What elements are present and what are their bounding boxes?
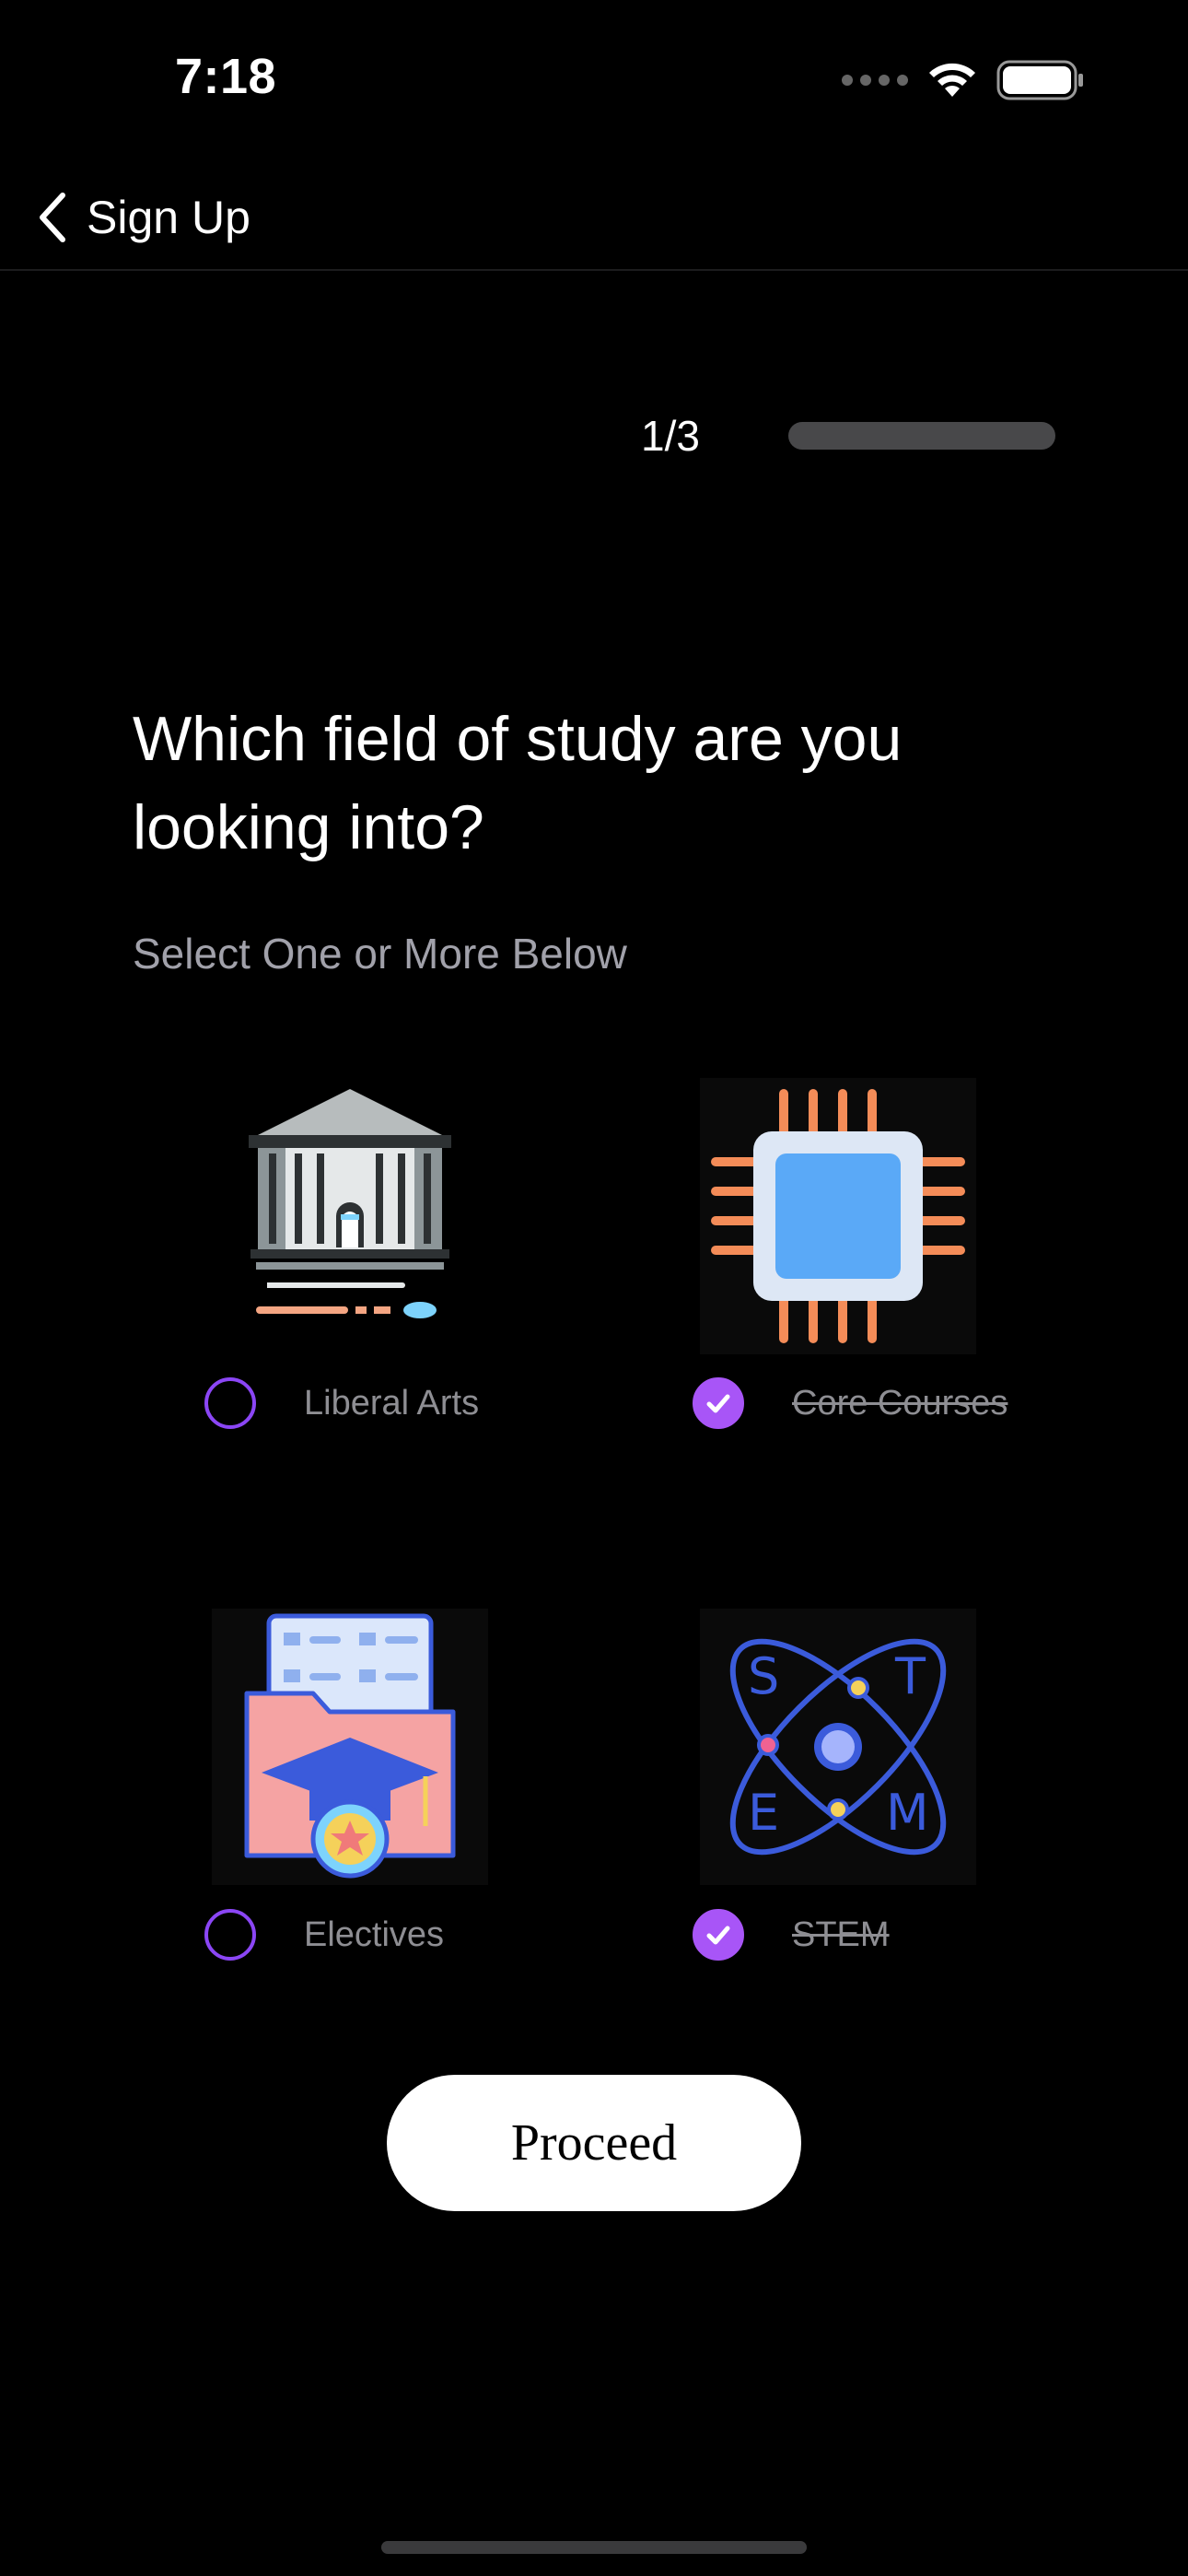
svg-text:T: T [894,1647,926,1705]
svg-text:M: M [886,1784,929,1842]
status-time: 7:18 [175,49,277,104]
back-button-label: Sign Up [87,192,250,243]
home-indicator [381,2541,807,2554]
page-subtitle: Select One or More Below [133,930,627,978]
checkmark-icon [706,1926,730,1945]
svg-text:E: E [748,1784,779,1842]
option-label: Electives [304,1914,445,1954]
cellular-signal-icon [842,75,908,86]
chevron-left-icon [40,193,65,242]
option-stem[interactable]: STEM [693,1909,890,1961]
option-electives[interactable]: Electives [204,1909,444,1961]
back-button[interactable]: Sign Up [33,179,250,256]
navigation-bar: Sign Up [0,166,1188,271]
proceed-button[interactable]: Proceed [387,2075,801,2211]
step-indicator: 1/3 [641,412,700,460]
stem-atom-icon[interactable]: S T E M [700,1609,976,1885]
folder-graduation-icon[interactable] [212,1609,488,1885]
electives-checkbox[interactable] [204,1909,256,1961]
option-label: STEM [792,1914,890,1954]
option-label: Liberal Arts [304,1383,480,1423]
option-label: Core Courses [792,1383,1008,1423]
building-icon[interactable] [212,1078,488,1354]
checkmark-icon [706,1394,730,1413]
liberal-arts-checkbox[interactable] [204,1377,256,1429]
stem-checkbox[interactable] [693,1909,744,1961]
option-core-courses[interactable]: Core Courses [693,1377,1007,1429]
progress-bar [788,422,1055,450]
option-liberal-arts[interactable]: Liberal Arts [204,1377,479,1429]
wifi-icon [929,63,975,97]
battery-icon [996,60,1083,100]
cpu-chip-icon[interactable] [700,1078,976,1354]
core-courses-checkbox[interactable] [693,1377,744,1429]
svg-text:S: S [748,1647,779,1705]
page-title: Which field of study are you looking int… [133,704,903,862]
status-indicators [842,57,1085,103]
